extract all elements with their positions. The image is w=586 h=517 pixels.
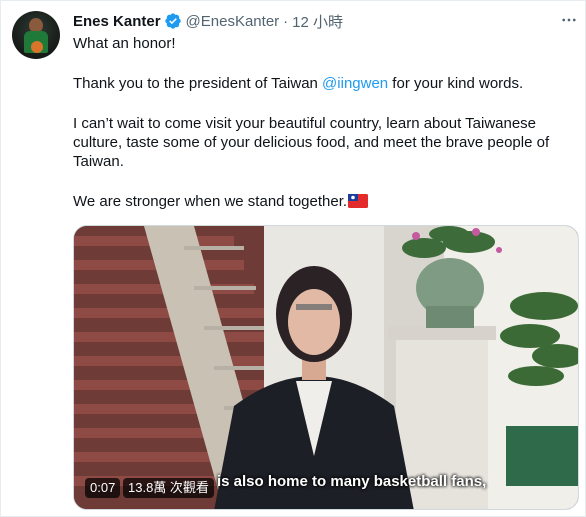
header-separator: · — [283, 12, 289, 30]
tweet-paragraph-3-line-2: culture, taste some of your delicious fo… — [73, 134, 550, 151]
paragraph-2-text-before: Thank you to the president of Taiwan — [73, 75, 323, 92]
video-subtitle: is also home to many basketball fans, — [217, 473, 487, 490]
tweet-paragraph-2: Thank you to the president of Taiwan @ii… — [73, 73, 523, 95]
paragraph-4-text: We are stronger when we stand together. — [73, 193, 348, 210]
tweet-paragraph-3-line-3: Taiwan. — [73, 153, 124, 170]
paragraph-2-text-after: for your kind words. — [388, 75, 524, 92]
author-name[interactable]: Enes Kanter — [73, 13, 161, 30]
mention-link[interactable]: @iingwen — [322, 75, 388, 92]
taiwan-flag-icon — [348, 193, 369, 208]
tweet-card[interactable]: Enes Kanter @EnesKanter · 12 小時 What an … — [0, 0, 586, 517]
video-player[interactable]: is also home to many basketball fans, 0:… — [73, 225, 579, 510]
video-view-count-badge: 13.8萬 次觀看 — [123, 478, 214, 498]
more-options-icon[interactable] — [556, 9, 582, 31]
tweet-paragraph-1: What an honor! — [73, 35, 176, 52]
author-handle[interactable]: @EnesKanter — [186, 13, 280, 30]
avatar-basketball — [31, 41, 43, 53]
tweet-paragraph-4: We are stronger when we stand together. — [73, 191, 369, 213]
tweet-header: Enes Kanter @EnesKanter · 12 小時 — [73, 11, 343, 31]
video-frame — [74, 226, 578, 509]
tweet-timestamp[interactable]: 12 小時 — [292, 11, 343, 32]
video-duration-badge: 0:07 — [85, 478, 121, 498]
verified-badge-icon — [164, 12, 182, 30]
author-avatar[interactable] — [12, 11, 60, 59]
